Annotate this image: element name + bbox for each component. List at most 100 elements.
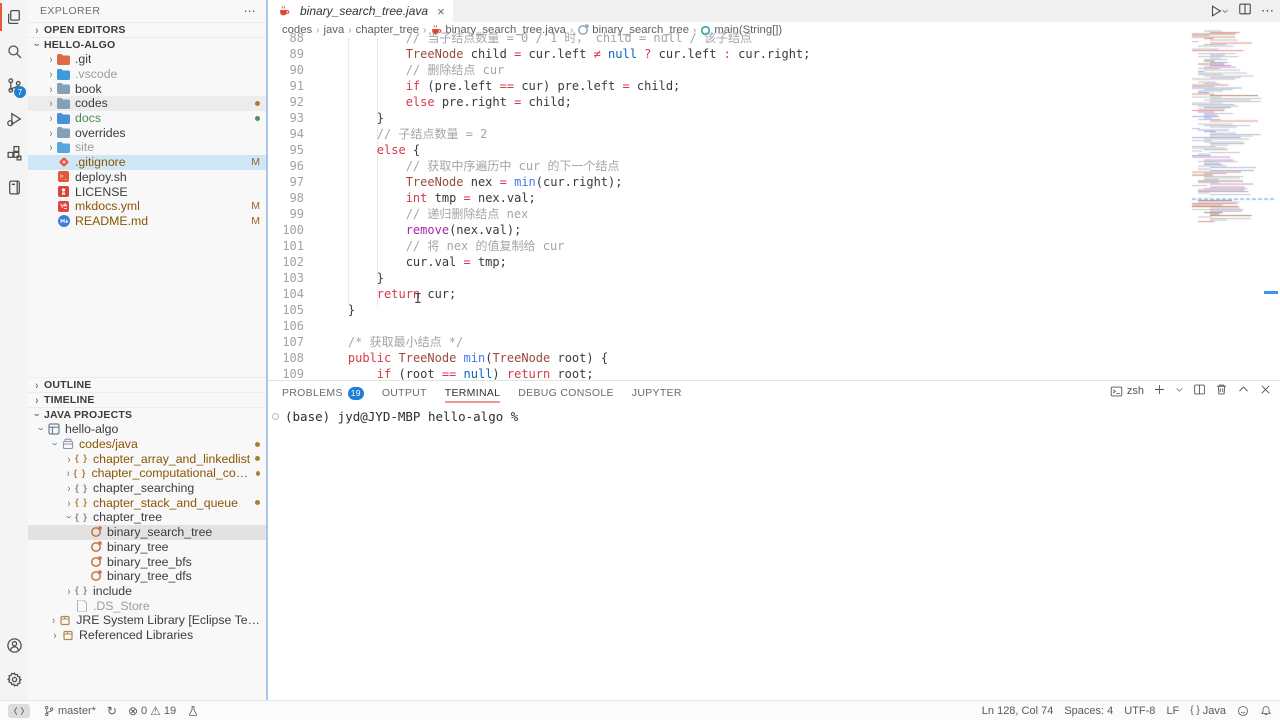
chevron-right-icon[interactable]: › <box>65 452 74 465</box>
chevron-right-icon[interactable]: › <box>65 482 74 495</box>
file-row[interactable]: ›{ }chapter_stack_and_queue <box>28 495 266 510</box>
bell-icon[interactable] <box>1260 705 1272 717</box>
file-row[interactable]: ›hello-algo <box>28 422 266 437</box>
file-row[interactable]: ›site <box>28 140 266 155</box>
file-row[interactable]: ›{ }chapter_searching <box>28 481 266 496</box>
code-line[interactable]: 101 // 将 nex 的值复制给 cur <box>268 238 1190 254</box>
chevron-down-icon[interactable]: › <box>35 425 48 434</box>
indentation[interactable]: Spaces: 4 <box>1064 705 1113 717</box>
code-line[interactable]: 109 if (root == null) return root; <box>268 366 1190 380</box>
run-debug-icon[interactable] <box>0 102 28 136</box>
code-line[interactable]: 105 } <box>268 302 1190 318</box>
feedback-icon[interactable] <box>1237 705 1249 717</box>
file-row[interactable]: .gitignoreM <box>28 155 266 170</box>
panel-tab-problems[interactable]: PROBLEMS19 <box>282 381 364 405</box>
code-line[interactable]: 89 TreeNode child = cur.left ≠ null ? cu… <box>268 46 1190 62</box>
file-row[interactable]: ›.vscode <box>28 67 266 82</box>
settings-gear-icon[interactable] <box>0 662 28 696</box>
file-row[interactable]: mkdocs.ymlM <box>28 199 266 214</box>
chevron-right-icon[interactable]: › <box>50 614 57 627</box>
code-line[interactable]: 100 remove(nex.val); <box>268 222 1190 238</box>
file-row[interactable]: README.mdM <box>28 214 266 229</box>
file-row[interactable]: ›Referenced Libraries <box>28 628 266 643</box>
file-row[interactable]: ›overrides <box>28 125 266 140</box>
file-row[interactable]: ›{ }chapter_tree <box>28 510 266 525</box>
file-row[interactable]: ›JRE System Library [Eclipse Temurin 17 … <box>28 613 266 628</box>
code-line[interactable]: 99 // 递归删除结点 nex <box>268 206 1190 222</box>
file-row[interactable]: >_deploy.sh <box>28 170 266 185</box>
run-button[interactable] <box>1209 4 1229 18</box>
code-line[interactable]: 102 cur.val = tmp; <box>268 254 1190 270</box>
eol-sequence[interactable]: LF <box>1166 705 1179 717</box>
sync-button[interactable]: ↻ <box>107 705 117 717</box>
chevron-right-icon[interactable]: › <box>65 585 74 598</box>
chevron-down-icon[interactable]: › <box>63 513 76 522</box>
maximize-panel-icon[interactable] <box>1237 383 1250 399</box>
chevron-right-icon[interactable]: › <box>47 127 56 140</box>
code-line[interactable]: 92 else pre.right = child; <box>268 94 1190 110</box>
code-line[interactable]: 103 } <box>268 270 1190 286</box>
file-row[interactable]: LICENSE <box>28 184 266 199</box>
chevron-right-icon[interactable]: › <box>47 97 56 110</box>
code-line[interactable]: 97 TreeNode nex = min(cur.right); <box>268 174 1190 190</box>
chevron-right-icon[interactable]: › <box>51 629 60 642</box>
panel-tab-debug-console[interactable]: DEBUG CONSOLE <box>518 381 614 405</box>
notebook-icon[interactable] <box>0 170 28 204</box>
more-actions-icon[interactable]: ⋯ <box>244 4 256 18</box>
chevron-down-icon[interactable] <box>1175 385 1184 397</box>
close-panel-icon[interactable] <box>1259 383 1272 399</box>
chevron-right-icon[interactable]: › <box>47 141 56 154</box>
file-row[interactable]: ›{ }chapter_computational_complexity <box>28 466 266 481</box>
panel-tab-terminal[interactable]: TERMINAL <box>445 381 501 405</box>
file-row[interactable]: ›codes/java <box>28 437 266 452</box>
minimap[interactable] <box>1190 26 1280 380</box>
terminal[interactable]: (base) jyd@JYD-MBP hello-algo % <box>272 409 518 424</box>
split-terminal-icon[interactable] <box>1193 383 1206 399</box>
code-line[interactable]: 90 // 删除结点 cur <box>268 62 1190 78</box>
code-editor[interactable]: 88 // 当子结点数量 = 0 / 1 时， child = null / 该… <box>268 30 1190 380</box>
git-branch-item[interactable]: master* <box>43 705 96 717</box>
account-icon[interactable] <box>0 628 28 662</box>
panel-tab-jupyter[interactable]: JUPYTER <box>632 381 682 405</box>
more-actions-icon[interactable]: ⋯ <box>1261 3 1274 19</box>
file-row[interactable]: ›docs <box>28 111 266 126</box>
search-icon[interactable] <box>0 34 28 68</box>
project-root-header[interactable]: › HELLO-ALGO <box>28 37 266 52</box>
remote-indicator-icon[interactable] <box>8 704 30 718</box>
code-line[interactable]: 94 // 子结点数量 = 2 <box>268 126 1190 142</box>
chevron-down-icon[interactable]: › <box>49 440 62 449</box>
terminal-profile-select[interactable]: zsh <box>1110 385 1144 398</box>
code-line[interactable]: 93 } <box>268 110 1190 126</box>
code-line[interactable]: 104 return cur; <box>268 286 1190 302</box>
code-line[interactable]: 106 <box>268 318 1190 334</box>
problems-item[interactable]: ⊗ 0 ⚠ 19 <box>128 705 176 717</box>
file-row[interactable]: binary_search_tree <box>28 525 266 540</box>
code-line[interactable]: 96 // 获取中序遍历中 cur 的下一个结点 <box>268 158 1190 174</box>
encoding[interactable]: UTF-8 <box>1124 705 1155 717</box>
chevron-right-icon[interactable]: › <box>65 497 74 510</box>
chevron-right-icon[interactable]: › <box>47 53 56 66</box>
chevron-right-icon[interactable]: › <box>47 112 56 125</box>
file-row[interactable]: ›{ }include <box>28 584 266 599</box>
chevron-right-icon[interactable]: › <box>47 82 56 95</box>
code-line[interactable]: 107 /* 获取最小结点 */ <box>268 334 1190 350</box>
file-row[interactable]: binary_tree_bfs <box>28 554 266 569</box>
file-row[interactable]: ›{ }chapter_array_and_linkedlist <box>28 451 266 466</box>
close-icon[interactable]: × <box>437 4 445 19</box>
explorer-icon[interactable] <box>0 0 28 34</box>
file-row[interactable]: ›codes <box>28 96 266 111</box>
source-control-icon[interactable]: 7 <box>0 68 28 102</box>
code-line[interactable]: 88 // 当子结点数量 = 0 / 1 时， child = null / 该… <box>268 30 1190 46</box>
language-mode[interactable]: { } Java <box>1190 705 1226 717</box>
outline-header[interactable]: › OUTLINE <box>28 377 266 392</box>
file-row[interactable]: ›.git <box>28 52 266 67</box>
file-row[interactable]: binary_tree <box>28 540 266 555</box>
sidebar-sash[interactable] <box>266 0 268 700</box>
file-row[interactable]: .DS_Store <box>28 598 266 613</box>
code-line[interactable]: 91 if (pre.left == cur) pre.left = child… <box>268 78 1190 94</box>
timeline-header[interactable]: › TIMELINE <box>28 392 266 407</box>
chevron-right-icon[interactable]: › <box>47 68 56 81</box>
panel-tab-output[interactable]: OUTPUT <box>382 381 427 405</box>
tab-binary-search-tree[interactable]: binary_search_tree.java × <box>268 0 453 22</box>
cursor-position[interactable]: Ln 128, Col 74 <box>982 705 1054 717</box>
